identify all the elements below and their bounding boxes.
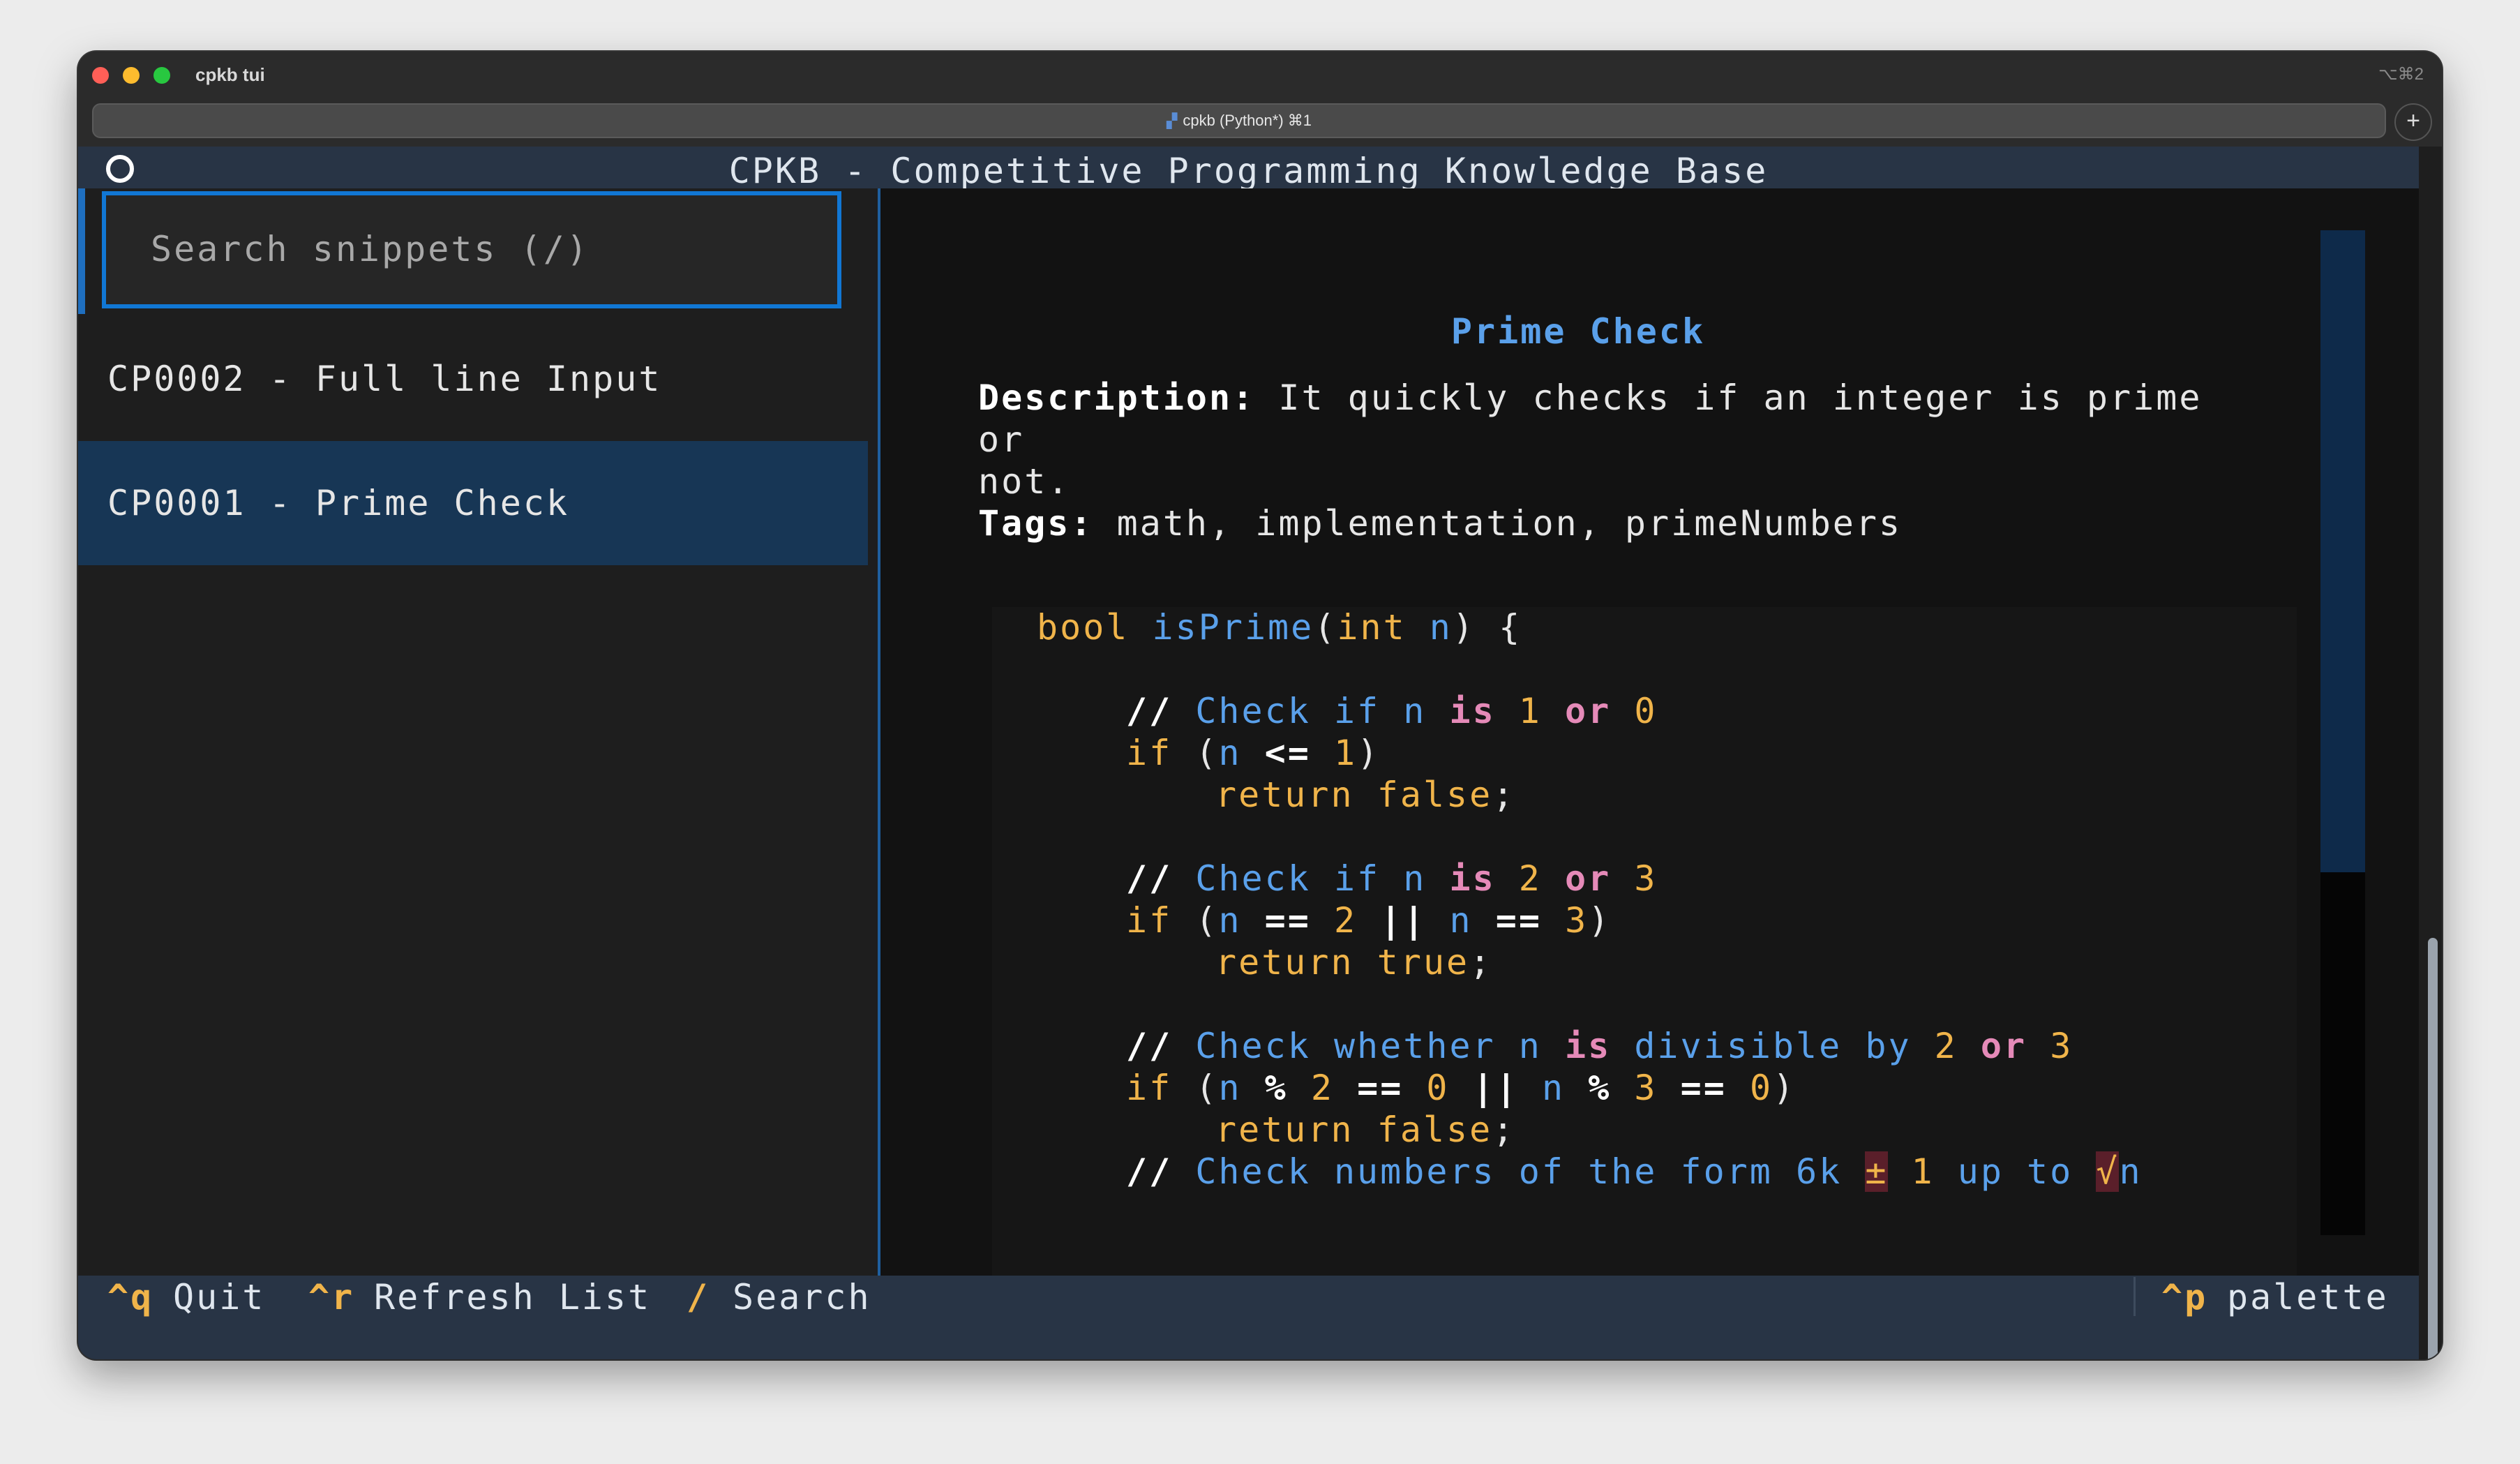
tags-text: math, implementation, primeNumbers xyxy=(1116,503,1903,544)
window-shortcut: ⌥⌘2 xyxy=(2378,65,2424,84)
tab-bar: ▞ cpkb (Python*) ⌘1 + xyxy=(78,98,2442,147)
search-input[interactable]: Search snippets (/) xyxy=(102,191,841,308)
code-line: return false; xyxy=(1215,1110,1516,1150)
bottom-strip xyxy=(78,1317,2419,1359)
tags: Tags: math, implementation, primeNumbers xyxy=(978,502,2269,544)
description-text-2: not. xyxy=(978,461,1071,502)
app-title: CPKB - Competitive Programming Knowledge… xyxy=(728,151,1769,191)
footer-bar: ^q Quit ^r Refresh List / Search ^p pale… xyxy=(78,1276,2419,1317)
footer-separator xyxy=(2133,1277,2136,1316)
tags-label: Tags: xyxy=(978,503,1094,544)
title-bar: cpkb tui ⌥⌘2 xyxy=(78,52,2442,98)
terminal-window: cpkb tui ⌥⌘2 ▞ cpkb (Python*) ⌘1 + CPKB … xyxy=(78,52,2442,1359)
minimize-icon[interactable] xyxy=(123,67,140,84)
scroll-thumb[interactable] xyxy=(2320,230,2365,872)
refresh-label[interactable]: Refresh List xyxy=(374,1277,651,1317)
code-line: return true; xyxy=(1215,942,1493,983)
description-label: Description: xyxy=(978,378,1256,418)
code-block: bool isPrime(int n) { // Check if n is 1… xyxy=(992,607,2297,1276)
close-icon[interactable] xyxy=(92,67,109,84)
zoom-icon[interactable] xyxy=(153,67,170,84)
code-line: // Check if n is 1 or 0 xyxy=(1126,691,1658,731)
tab-cpkb[interactable]: ▞ cpkb (Python*) ⌘1 xyxy=(92,103,2386,138)
detail-scrollbar[interactable] xyxy=(2320,230,2365,1235)
snippet-detail: Prime Check Description: It quickly chec… xyxy=(880,188,2419,1276)
code-line: if (n % 2 == 0 || n % 3 == 0) xyxy=(1126,1068,1797,1108)
focus-indicator xyxy=(78,188,85,314)
snippet-sidebar: Search snippets (/) CP0002 - Full line I… xyxy=(78,188,868,1276)
description: Description: It quickly checks if an int… xyxy=(978,377,2269,502)
terminal-icon: ▞ xyxy=(1166,113,1178,129)
code-line: if (n == 2 || n == 3) xyxy=(1126,900,1612,941)
quit-key[interactable]: ^q xyxy=(107,1277,153,1317)
terminal-content: CPKB - Competitive Programming Knowledge… xyxy=(78,147,2419,1359)
app-header: CPKB - Competitive Programming Knowledge… xyxy=(78,147,2419,191)
window-scrollbar[interactable] xyxy=(2428,938,2438,1359)
code-line: // Check whether n is divisible by 2 or … xyxy=(1126,1026,2073,1066)
code-line: // Check numbers of the form 6k ± 1 up t… xyxy=(1126,1151,2143,1192)
palette-key[interactable]: ^p xyxy=(2161,1277,2207,1317)
code-line: // Check if n is 2 or 3 xyxy=(1126,858,1658,899)
palette-label[interactable]: palette xyxy=(2227,1277,2389,1317)
refresh-key[interactable]: ^r xyxy=(308,1277,354,1317)
snippet-title: Prime Check xyxy=(1450,311,1706,352)
window-title: cpkb tui xyxy=(195,64,265,85)
code-line: if (n <= 1) xyxy=(1126,733,1381,773)
search-label[interactable]: Search xyxy=(733,1277,871,1317)
code-line: return false; xyxy=(1215,775,1516,815)
list-item-selected[interactable]: CP0001 - Prime Check xyxy=(78,441,868,565)
quit-label[interactable]: Quit xyxy=(173,1277,265,1317)
search-key[interactable]: / xyxy=(687,1277,710,1317)
tab-label: cpkb (Python*) ⌘1 xyxy=(1183,112,1312,129)
list-item[interactable]: CP0002 - Full line Input xyxy=(78,317,868,441)
search-placeholder: Search snippets (/) xyxy=(151,229,590,269)
code-line: bool isPrime(int n) { xyxy=(1037,607,1522,648)
add-tab-icon[interactable]: + xyxy=(2394,103,2432,141)
